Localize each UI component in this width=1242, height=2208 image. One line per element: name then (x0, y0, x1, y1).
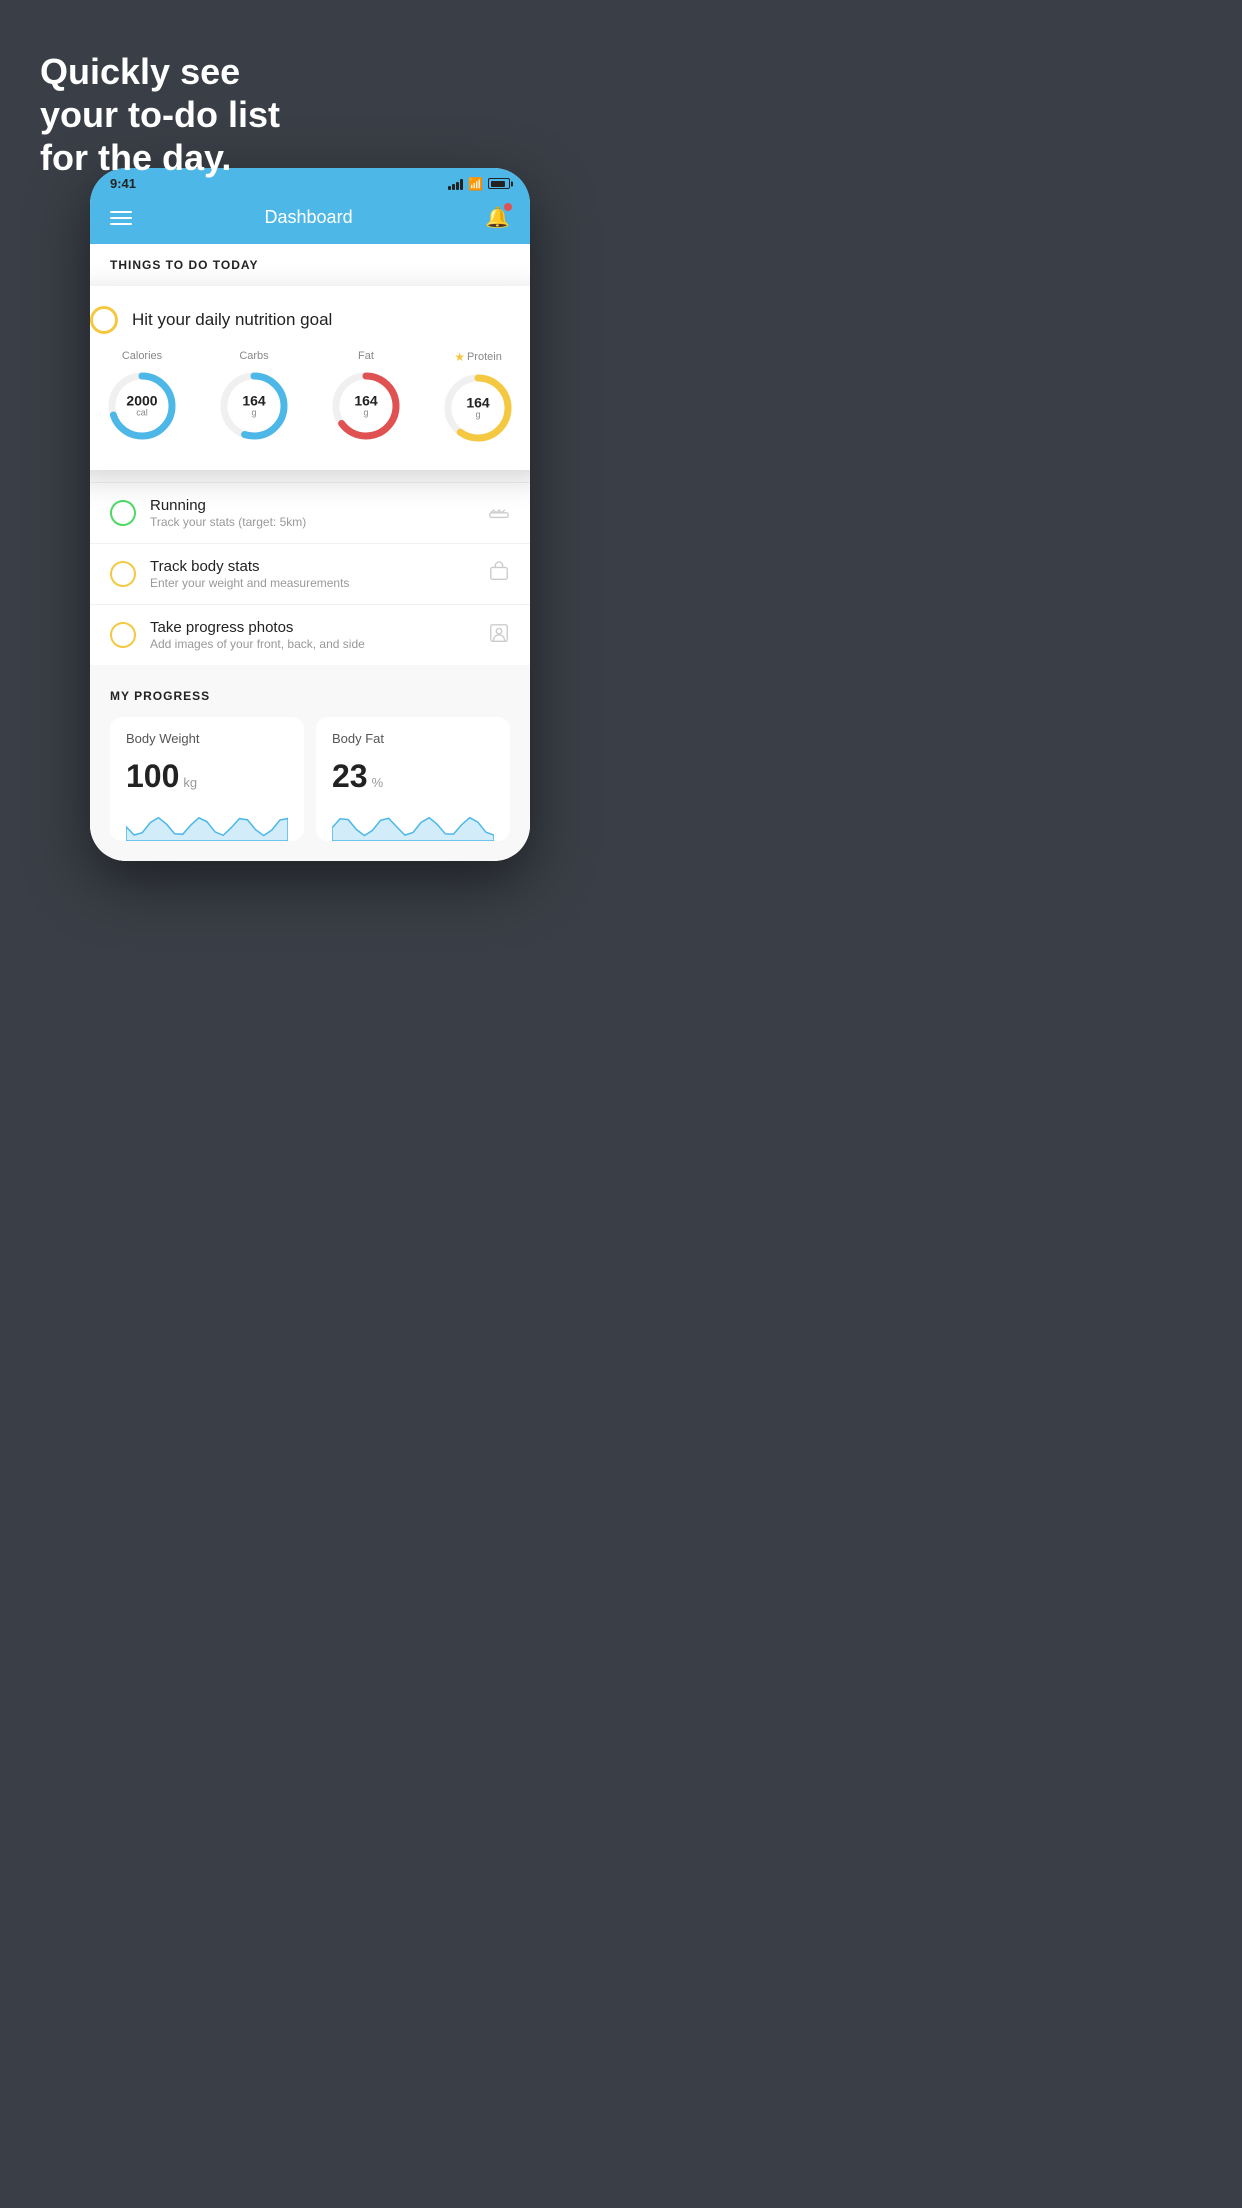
progress-card-title: Body Fat (332, 731, 494, 746)
progress-section: MY PROGRESS Body Weight 100 kg Body Fat 23% (90, 665, 530, 861)
progress-value: 23 (332, 758, 368, 795)
donut-chart: 164 g (328, 368, 404, 444)
notification-bell-icon[interactable]: 🔔 (485, 205, 510, 230)
notification-dot (504, 203, 512, 211)
header-title: Dashboard (265, 207, 353, 228)
hero-line1: Quickly see (40, 50, 280, 93)
progress-card-title: Body Weight (126, 731, 288, 746)
todo-text-wrap: Take progress photosAdd images of your f… (150, 619, 474, 651)
progress-value-row: 100 kg (126, 758, 288, 795)
donut-chart: 164 g (440, 370, 516, 446)
progress-value: 100 (126, 758, 179, 795)
todo-item-subtitle: Enter your weight and measurements (150, 576, 474, 590)
donut-unit: cal (126, 409, 157, 419)
mini-chart (126, 805, 288, 841)
metric-item: Calories 2000 cal (104, 350, 180, 446)
todo-item-icon (488, 622, 510, 649)
todo-text-wrap: RunningTrack your stats (target: 5km) (150, 497, 474, 529)
menu-icon[interactable] (110, 211, 132, 225)
metric-label: Calories (122, 350, 162, 362)
donut-chart: 164 g (216, 368, 292, 444)
status-icons: 📶 (448, 177, 510, 191)
todo-item-subtitle: Track your stats (target: 5km) (150, 515, 474, 529)
todo-item-title: Take progress photos (150, 619, 474, 636)
battery-icon (488, 178, 510, 189)
nutrition-card-header: Hit your daily nutrition goal (90, 306, 530, 334)
todo-item[interactable]: RunningTrack your stats (target: 5km) (90, 482, 530, 543)
donut-value: 2000 (126, 393, 157, 408)
donut-unit: g (242, 409, 265, 419)
metric-label: ★ Protein (454, 350, 502, 364)
wifi-icon: 📶 (468, 177, 483, 191)
app-header: Dashboard 🔔 (90, 195, 530, 244)
todo-circle-icon[interactable] (110, 561, 136, 587)
metric-label: Fat (358, 350, 374, 362)
nutrition-metrics: Calories 2000 cal Carbs 164 g Fat 164 g … (90, 350, 530, 446)
todo-text-wrap: Track body statsEnter your weight and me… (150, 558, 474, 590)
metric-item: Carbs 164 g (216, 350, 292, 446)
progress-value-row: 23% (332, 758, 494, 795)
donut-center: 164 g (354, 393, 377, 418)
todo-item-icon (488, 561, 510, 588)
phone-frame: 9:41 📶 Dashboard 🔔 THINGS (90, 168, 530, 861)
hero-line3: for the day. (40, 136, 280, 179)
todo-item-subtitle: Add images of your front, back, and side (150, 637, 474, 651)
donut-unit: g (354, 409, 377, 419)
donut-value: 164 (242, 393, 265, 408)
todo-item-title: Running (150, 497, 474, 514)
donut-center: 2000 cal (126, 393, 157, 418)
todo-circle-icon[interactable] (110, 500, 136, 526)
progress-card[interactable]: Body Weight 100 kg (110, 717, 304, 841)
metric-label: Carbs (239, 350, 268, 362)
metric-item: Fat 164 g (328, 350, 404, 446)
progress-cards: Body Weight 100 kg Body Fat 23% (110, 717, 510, 841)
nutrition-title: Hit your daily nutrition goal (132, 310, 332, 330)
todo-item[interactable]: Take progress photosAdd images of your f… (90, 604, 530, 665)
donut-center: 164 g (466, 395, 489, 420)
progress-section-title: MY PROGRESS (110, 689, 510, 703)
star-icon: ★ (454, 350, 465, 364)
todo-item-icon (488, 500, 510, 527)
donut-chart: 2000 cal (104, 368, 180, 444)
hero-text: Quickly see your to-do list for the day. (40, 50, 280, 180)
nutrition-card: Hit your daily nutrition goal Calories 2… (90, 286, 530, 470)
progress-card[interactable]: Body Fat 23% (316, 717, 510, 841)
todo-item[interactable]: Track body statsEnter your weight and me… (90, 543, 530, 604)
progress-unit: kg (183, 775, 197, 790)
donut-center: 164 g (242, 393, 265, 418)
todo-item-title: Track body stats (150, 558, 474, 575)
metric-item: ★ Protein 164 g (440, 350, 516, 446)
progress-unit: % (372, 775, 384, 790)
donut-value: 164 (466, 395, 489, 410)
todo-circle-icon[interactable] (110, 622, 136, 648)
app-content: THINGS TO DO TODAY Hit your daily nutrit… (90, 244, 530, 861)
donut-value: 164 (354, 393, 377, 408)
nutrition-radio-icon[interactable] (90, 306, 118, 334)
hero-line2: your to-do list (40, 93, 280, 136)
signal-icon (448, 178, 463, 190)
mini-chart (332, 805, 494, 841)
donut-unit: g (466, 411, 489, 421)
things-header: THINGS TO DO TODAY (90, 244, 530, 282)
